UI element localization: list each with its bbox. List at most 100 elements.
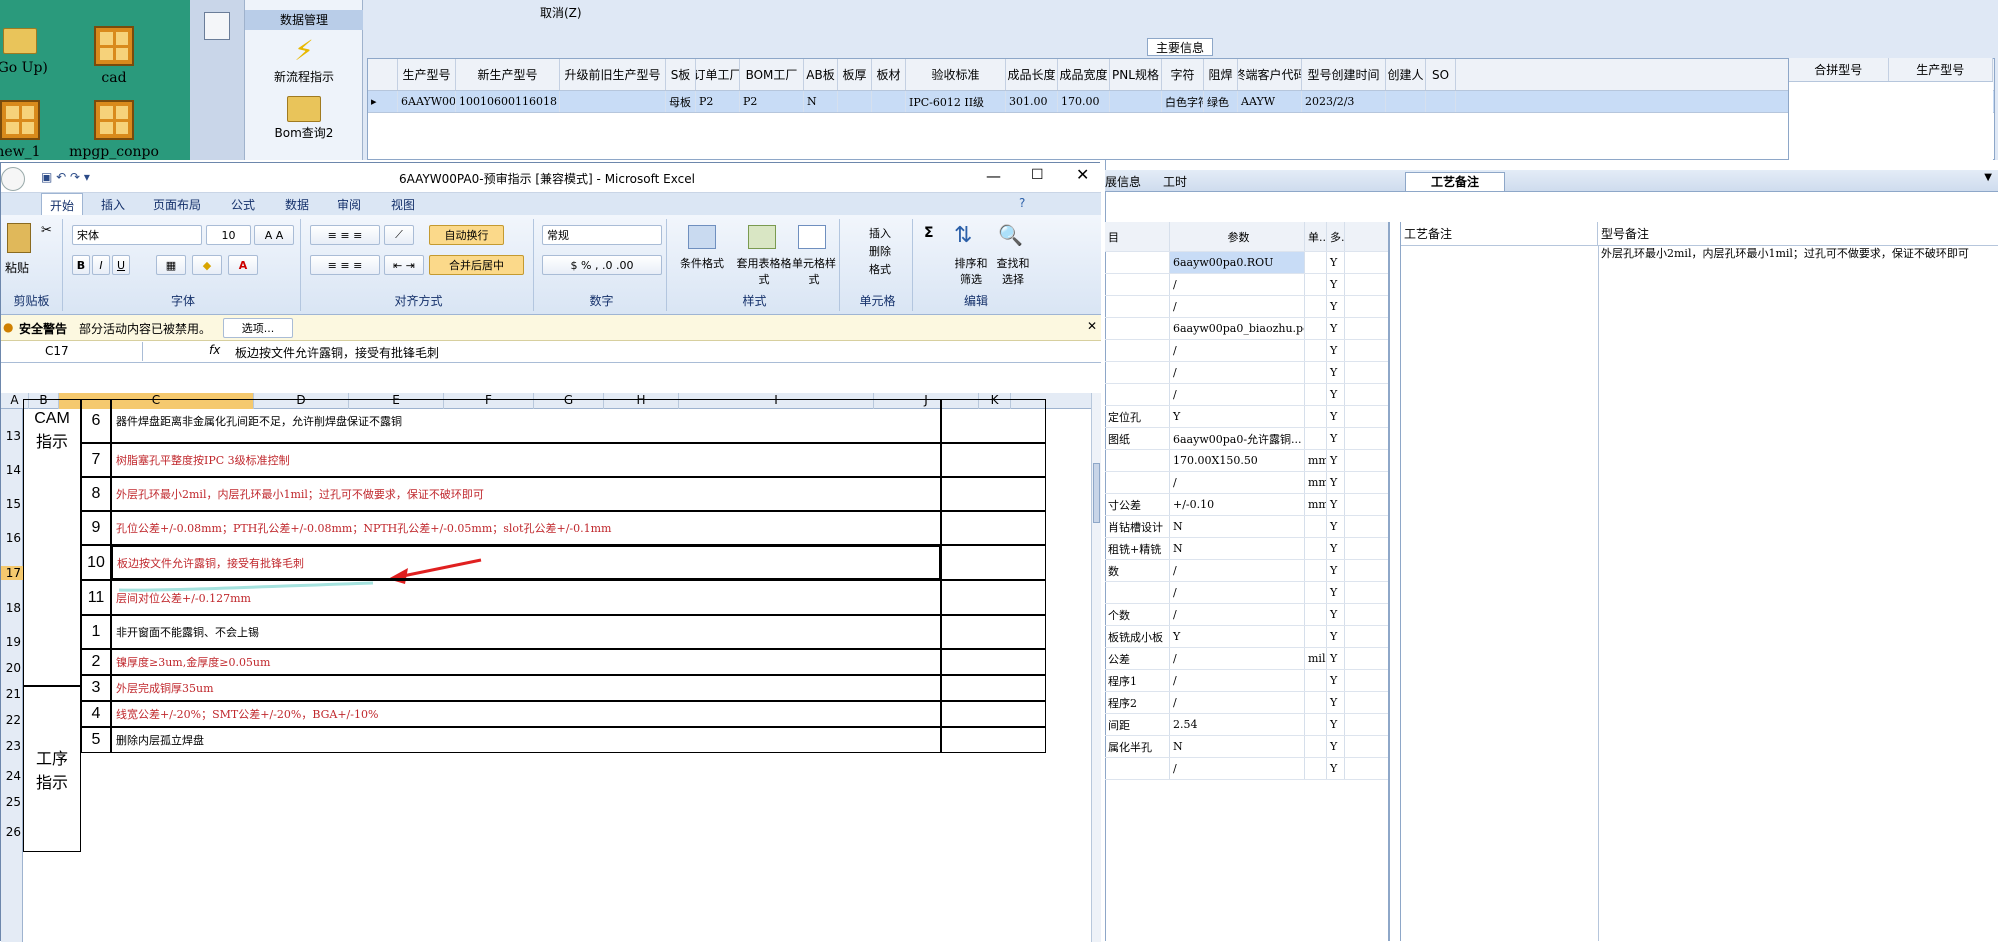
param-row[interactable]: 程序1/ Y	[1105, 670, 1388, 692]
grid-col-header[interactable]: SO	[1426, 59, 1456, 90]
item-text-cell[interactable]: 外层完成铜厚35um	[111, 675, 941, 701]
param-row[interactable]: 个数 / Y	[1105, 604, 1388, 626]
item-number-cell[interactable]: 5	[81, 727, 111, 753]
row-header[interactable]: 26	[1, 825, 23, 839]
grid-col-header[interactable]: 验收标准	[906, 59, 1006, 90]
param-col-unit[interactable]: 单...	[1305, 222, 1327, 251]
grid-col-header[interactable]: 订单工厂	[696, 59, 740, 90]
item-text-cell[interactable]: 器件焊盘距离非金属化孔间距不足，允许削焊盘保证不露铜	[111, 399, 941, 443]
quick-access-icons[interactable]: ▣ ↶ ↷ ▾	[41, 170, 90, 184]
dropdown-icon[interactable]: ▼	[1984, 172, 1992, 183]
item-text-cell[interactable]: 层间对位公差+/-0.127mm	[111, 580, 941, 615]
row-indicator-icon[interactable]: ▸	[368, 91, 398, 112]
desktop-icon-mpgp[interactable]: mpgp_conpo	[64, 100, 164, 160]
param-row[interactable]: 数 / Y	[1105, 560, 1388, 582]
main-info-label[interactable]: 主要信息	[1147, 38, 1213, 56]
find-select-button[interactable]: 查找和选择	[992, 255, 1034, 287]
grid-data-row[interactable]: ▸6AAYW00PA010010600116018母板P2P2NIPC-6012…	[368, 91, 1994, 113]
empty-cell[interactable]	[941, 675, 1046, 701]
border-button[interactable]: ▦	[156, 255, 186, 275]
item-number-cell[interactable]: 8	[81, 477, 111, 511]
empty-cell[interactable]	[941, 701, 1046, 727]
grid-cell[interactable]: P2	[696, 91, 740, 112]
grid-cell[interactable]: IPC-6012 II级	[906, 91, 1006, 112]
grid-cell[interactable]	[838, 91, 872, 112]
number-format-buttons[interactable]: $ % , .0 .00	[542, 255, 662, 275]
param-col-multi[interactable]: 多...	[1327, 222, 1345, 251]
grid-col-header[interactable]: BOM工厂	[740, 59, 804, 90]
empty-cell[interactable]	[941, 727, 1046, 753]
paste-button[interactable]: 粘贴	[5, 259, 29, 276]
insert-cells-button[interactable]: 插入	[869, 225, 891, 241]
grid-col-header[interactable]: S板	[666, 59, 696, 90]
row-header[interactable]: 16	[1, 531, 23, 545]
empty-cell[interactable]	[941, 511, 1046, 545]
italic-button[interactable]: I	[92, 255, 110, 275]
empty-cell[interactable]	[941, 580, 1046, 615]
grid-cell[interactable]	[872, 91, 906, 112]
row-header[interactable]: 21	[1, 687, 23, 701]
param-row[interactable]: 程序2/ Y	[1105, 692, 1388, 714]
tab-home[interactable]: 开始	[41, 193, 84, 215]
wrap-text-button[interactable]: 自动换行	[429, 225, 504, 245]
tab-view[interactable]: 视图	[391, 196, 415, 213]
grid-col-header[interactable]: 板厚	[838, 59, 872, 90]
param-row[interactable]: 6aayw00pa0_biaozhu.pdf Y	[1105, 318, 1388, 340]
font-color-button[interactable]: A	[228, 255, 258, 275]
grid-cell[interactable]: AAYW	[1238, 91, 1302, 112]
scroll-thumb[interactable]	[1093, 463, 1100, 523]
indent-buttons[interactable]: ⇤ ⇥	[384, 255, 424, 275]
grid-cell[interactable]	[1386, 91, 1426, 112]
grid-col-header[interactable]: AB板	[804, 59, 838, 90]
vertical-align-buttons[interactable]: ≡ ≡ ≡	[310, 225, 380, 245]
help-icon[interactable]: ?	[1019, 196, 1025, 210]
paste-icon[interactable]	[7, 223, 31, 253]
security-options-button[interactable]: 选项...	[223, 318, 293, 338]
item-number-cell[interactable]: 9	[81, 511, 111, 545]
tab-page-layout[interactable]: 页面布局	[153, 196, 201, 213]
grid-col-header[interactable]: 终端客户代码	[1238, 59, 1302, 90]
grid-col-header[interactable]: 型号创建时间	[1302, 59, 1386, 90]
grid-col-header[interactable]: 字符	[1162, 59, 1204, 90]
autosum-icon[interactable]: Σ	[924, 225, 934, 241]
tab-formulas[interactable]: 公式	[231, 196, 255, 213]
param-row[interactable]: / Y	[1105, 384, 1388, 406]
item-number-cell[interactable]: 2	[81, 649, 111, 675]
menu-cancel[interactable]: 取消(Z)	[540, 4, 582, 21]
merge-center-button[interactable]: 合并后居中	[429, 255, 524, 275]
font-size-select[interactable]: 10	[206, 225, 251, 245]
grid-cell[interactable]	[1110, 91, 1162, 112]
grid-cell[interactable]: 绿色	[1204, 91, 1238, 112]
param-row[interactable]: 170.00X150.50 mm Y	[1105, 450, 1388, 472]
office-button[interactable]	[1, 167, 25, 191]
tab-process-notes[interactable]: 工艺备注	[1405, 172, 1505, 192]
nav-new-flow[interactable]: 新流程指示	[245, 68, 363, 85]
item-text-cell[interactable]: 非开窗面不能露铜、不会上锡	[111, 615, 941, 649]
selected-cell-c17[interactable]: 板边按文件允许露铜，接受有批锋毛刺	[111, 545, 941, 580]
bold-button[interactable]: B	[72, 255, 90, 275]
desktop-icon-go-up[interactable]: (Go Up)	[0, 28, 70, 76]
item-number-cell[interactable]: 3	[81, 675, 111, 701]
grid-col-header[interactable]: 生产型号	[398, 59, 456, 90]
sheet-grid[interactable]: CAM 指示 工序 指示 6 器件焊盘距离非金属化孔间距不足，允许削焊盘保证不露铜…	[23, 399, 1091, 942]
param-row[interactable]: 定位孔 Y Y	[1105, 406, 1388, 428]
underline-button[interactable]: U	[112, 255, 130, 275]
fx-icon[interactable]: fx	[209, 343, 220, 357]
close-icon[interactable]: ✕	[1076, 165, 1089, 184]
grid-col-header[interactable]: 阻焊	[1204, 59, 1238, 90]
maximize-icon[interactable]: ☐	[1031, 167, 1044, 183]
grid-col-header[interactable]: PNL规格	[1110, 59, 1162, 90]
grid-cell[interactable]: P2	[740, 91, 804, 112]
item-text-cell[interactable]: 镍厚度≥3um,金厚度≥0.05um	[111, 649, 941, 675]
grid-cell[interactable]: 母板	[666, 91, 696, 112]
param-row[interactable]: 寸公差 +/-0.10 mm Y	[1105, 494, 1388, 516]
empty-cell[interactable]	[941, 545, 1046, 580]
grid-col-header[interactable]: 成品宽度	[1058, 59, 1110, 90]
empty-cell[interactable]	[941, 649, 1046, 675]
grid-col-header[interactable]: 板材	[872, 59, 906, 90]
row-header[interactable]: 20	[1, 661, 23, 675]
grid-cell[interactable]: 301.00	[1006, 91, 1058, 112]
desktop-icon-p-new[interactable]: p_new_1	[0, 100, 60, 160]
tab-review[interactable]: 审阅	[337, 196, 361, 213]
grid-col-header[interactable]: 新生产型号	[456, 59, 560, 90]
